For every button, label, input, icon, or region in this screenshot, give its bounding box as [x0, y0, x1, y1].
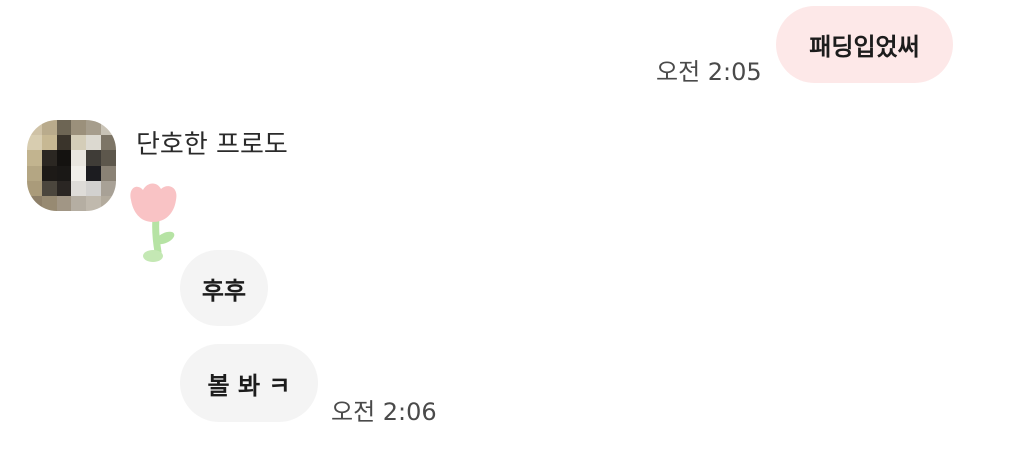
sender-name: 단호한 프로도 [136, 130, 288, 160]
incoming-message-bubble-1[interactable]: 후후 [180, 250, 268, 326]
incoming-timestamp: 오전 2:06 [331, 398, 437, 426]
outgoing-timestamp: 오전 2:05 [656, 58, 762, 86]
incoming-message-bubble-2[interactable]: 볼 봐 ㅋ [180, 344, 318, 422]
sender-avatar[interactable] [27, 120, 116, 211]
tulip-sticker-icon[interactable] [125, 180, 193, 266]
outgoing-message-bubble[interactable]: 패딩입었써 [776, 6, 953, 83]
